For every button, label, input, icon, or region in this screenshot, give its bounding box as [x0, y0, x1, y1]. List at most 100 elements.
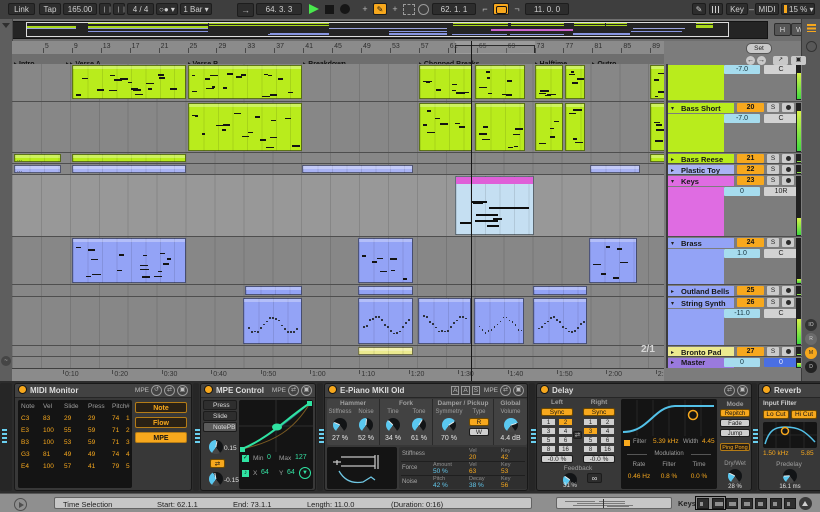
min-max-check-icon[interactable]: ✓: [242, 455, 249, 462]
save-preset-icon[interactable]: ▣: [513, 385, 524, 396]
re-enable-automation-icon[interactable]: +: [390, 3, 400, 15]
loop-brace[interactable]: [455, 45, 535, 53]
clip[interactable]: [358, 298, 413, 344]
beat-time-ruler[interactable]: 5913172125293337414549535761656973778185…: [12, 41, 664, 55]
note-icon[interactable]: ♪: [242, 470, 249, 477]
toggle-delay-button[interactable]: D: [805, 361, 817, 373]
symmetry-knob[interactable]: [442, 418, 456, 432]
matrix-cell-value[interactable]: 38 %: [469, 482, 484, 489]
delay-right-beat-2-button[interactable]: 2: [600, 418, 615, 426]
cpu-meter[interactable]: 15 % ▾: [781, 3, 815, 15]
clip[interactable]: [245, 286, 301, 295]
clip[interactable]: [650, 154, 664, 162]
device-thumbnail[interactable]: [770, 498, 782, 509]
nudge-down-button[interactable]: ❘❘❘: [99, 3, 111, 15]
track-lane-outland-bells[interactable]: [12, 284, 664, 296]
clip[interactable]: [650, 103, 664, 151]
volume-field[interactable]: 0: [724, 358, 760, 367]
track-name-row[interactable]: [668, 176, 734, 186]
clip[interactable]: [565, 103, 585, 151]
track-lane-master[interactable]: [12, 356, 664, 368]
locator-flag[interactable]: Verse A: [70, 55, 100, 64]
clip[interactable]: ...: [14, 165, 61, 173]
track-lane-bass-reese[interactable]: ...: [12, 152, 664, 163]
device-thumbnail[interactable]: [755, 498, 767, 509]
mini-clip-overview[interactable]: [556, 497, 672, 509]
freeze-button[interactable]: ∞: [587, 473, 602, 483]
device-spacer[interactable]: [193, 383, 199, 491]
track-lane-bronto-pad[interactable]: [12, 345, 664, 356]
follow-button[interactable]: →: [237, 3, 254, 17]
unfold-arrow-icon[interactable]: ▸: [671, 167, 674, 174]
tine-knob[interactable]: [386, 418, 400, 432]
fit-height-button[interactable]: H: [774, 23, 791, 36]
track-header-string-synth[interactable]: ▾String Synth26S-11.0C: [668, 296, 802, 345]
right-sync-toggle[interactable]: Sync: [583, 408, 615, 416]
matrix-cell-value[interactable]: 42: [501, 454, 508, 461]
clip[interactable]: [358, 238, 413, 283]
clip[interactable]: [589, 238, 637, 283]
toggle-returns-button[interactable]: R: [805, 333, 817, 345]
save-preset-icon[interactable]: ▣: [301, 385, 312, 396]
clip[interactable]: [565, 65, 585, 99]
pan-field[interactable]: C: [764, 309, 798, 318]
track-lane-0[interactable]: [12, 64, 664, 101]
track-header-brass[interactable]: ▾Brass24S1.0C: [668, 236, 802, 284]
ping-pong-toggle[interactable]: Ping Pong: [720, 443, 750, 451]
delay-left-beat-5-button[interactable]: 5: [541, 436, 556, 444]
key-map-button[interactable]: Key: [726, 3, 748, 15]
clip[interactable]: [188, 103, 302, 151]
range-bottom-knob[interactable]: [209, 472, 223, 486]
clip[interactable]: [188, 65, 302, 99]
punch-in-icon[interactable]: ⌐: [479, 3, 491, 15]
delay-right-beat-6-button[interactable]: 6: [600, 436, 615, 444]
tempo-field[interactable]: 165.00: [63, 3, 97, 15]
volume-field[interactable]: 1.0: [724, 249, 760, 258]
pan-field[interactable]: C: [764, 249, 798, 258]
midi-monitor-flow-button[interactable]: Flow: [135, 417, 187, 428]
delay-right-beat-5-button[interactable]: 5: [583, 436, 598, 444]
track-header-plastic-toy[interactable]: ▸Plastic Toy22S: [668, 163, 802, 174]
solo-button[interactable]: S: [767, 238, 779, 247]
unfold-arrow-icon[interactable]: ▸: [671, 349, 674, 356]
metronome-button[interactable]: ○● ▾: [156, 3, 178, 15]
stereo-link-icon[interactable]: ⇄: [573, 431, 582, 439]
clip[interactable]: [72, 165, 186, 173]
toggle-io-button[interactable]: IO: [805, 319, 817, 331]
locator-flag[interactable]: Outro: [592, 55, 616, 64]
device-on-toggle[interactable]: [18, 385, 27, 394]
solo-button[interactable]: S: [767, 165, 779, 174]
unfold-arrow-icon[interactable]: ▸: [671, 359, 674, 366]
clip[interactable]: [418, 298, 471, 344]
save-preset-icon[interactable]: ▣: [737, 385, 748, 396]
draw-mode-icon[interactable]: ✎: [692, 3, 706, 15]
locator-flag[interactable]: Halftime: [535, 55, 568, 64]
tap-tempo-button[interactable]: Tap: [39, 3, 61, 15]
hot-swap-icon[interactable]: ⇄: [164, 385, 175, 396]
link-button[interactable]: Link: [8, 3, 35, 15]
track-header-keys[interactable]: ▾Keys23S010R: [668, 174, 802, 236]
hi-cut-toggle[interactable]: Hi Cut: [791, 410, 817, 419]
track-header-outland-bells[interactable]: ▸Outland Bells25S: [668, 284, 802, 296]
volume-field[interactable]: -7.0: [724, 114, 760, 123]
device-title-bar[interactable]: Reverb: [759, 384, 820, 398]
unfold-arrow-icon[interactable]: ▾: [671, 300, 674, 307]
track-lane-plastic-toy[interactable]: ...: [12, 163, 664, 174]
midi-monitor-note-button[interactable]: Note: [135, 402, 187, 413]
clip[interactable]: [302, 165, 413, 173]
track-lane-keys[interactable]: [12, 174, 664, 236]
arm-button[interactable]: [782, 176, 794, 185]
delay-right-beat-16-button[interactable]: 16: [600, 445, 615, 453]
quantization-menu[interactable]: 1 Bar ▾: [180, 3, 212, 15]
clip[interactable]: [475, 103, 526, 151]
overview-collapse-icon[interactable]: [2, 23, 10, 28]
track-header-bass-short[interactable]: ▾Bass Short20S-7.0C: [668, 101, 802, 152]
clip[interactable]: [243, 298, 302, 344]
track-header-master[interactable]: ▸Master00: [668, 356, 802, 368]
hot-swap-icon[interactable]: ⇄: [288, 385, 299, 396]
solo-button[interactable]: S: [767, 286, 779, 295]
track-number-badge[interactable]: 23: [737, 176, 764, 185]
track-lane-string-synth[interactable]: [12, 296, 664, 345]
hot-swap-icon[interactable]: ⇄: [500, 385, 511, 396]
time-signature-field[interactable]: 4 / 4: [127, 3, 154, 15]
